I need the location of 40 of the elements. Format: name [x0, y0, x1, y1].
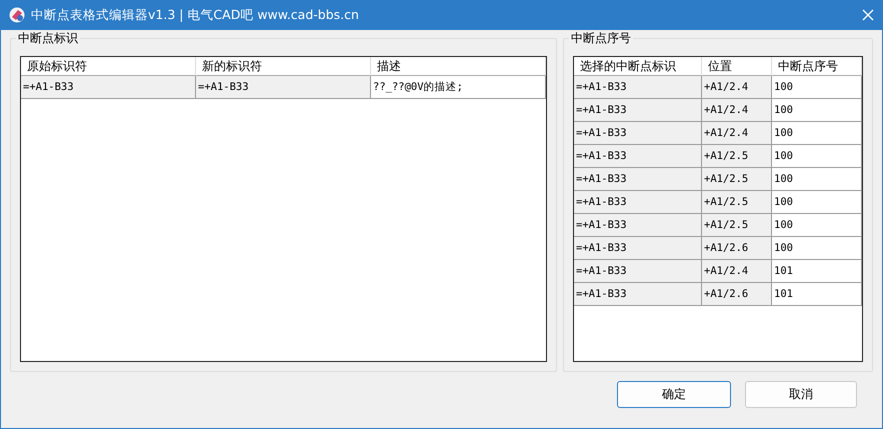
table-cell: 100: [772, 99, 862, 122]
table-cell: 100: [772, 145, 862, 168]
dialog-button[interactable]: 取消: [745, 381, 857, 408]
table-cell: +A1/2.4: [702, 99, 772, 122]
table-cell: =+A1-B33: [574, 214, 702, 237]
dialog-button[interactable]: 确定: [617, 381, 731, 408]
table-cell: 100: [772, 76, 862, 99]
close-icon[interactable]: [862, 9, 874, 21]
table-cell: 100: [772, 122, 862, 145]
table-cell: +A1/2.4: [702, 260, 772, 283]
table-cell: +A1/2.5: [702, 168, 772, 191]
table-cell: +A1/2.5: [702, 214, 772, 237]
table-cell: 100: [772, 168, 862, 191]
table-cell: 100: [772, 191, 862, 214]
table-cell: =+A1-B33: [196, 76, 371, 99]
table-cell: 101: [772, 260, 862, 283]
table-cell: =+A1-B33: [574, 260, 702, 283]
table-cell: =+A1-B33: [574, 122, 702, 145]
table-cell: =+A1-B33: [574, 168, 702, 191]
group-title: 中断点标识: [16, 30, 80, 47]
table-cell: 100: [772, 214, 862, 237]
table-cell: +A1/2.6: [702, 237, 772, 260]
table-cell: 101: [772, 283, 862, 306]
table-cell: =+A1-B33: [574, 145, 702, 168]
table-cell: =+A1-B33: [574, 76, 702, 99]
group-title: 中断点序号: [569, 30, 633, 47]
table-cell: =+A1-B33: [21, 76, 196, 99]
app-logo-icon: [9, 7, 25, 23]
table-cell: =+A1-B33: [574, 191, 702, 214]
table-cell: +A1/2.4: [702, 122, 772, 145]
table-cell: +A1/2.5: [702, 145, 772, 168]
table-cell: +A1/2.5: [702, 191, 772, 214]
table-cell: ??_??@0V的描述;: [371, 76, 546, 99]
table-cell: 100: [772, 237, 862, 260]
table-cell: =+A1-B33: [574, 99, 702, 122]
table-cell: =+A1-B33: [574, 283, 702, 306]
table-cell: +A1/2.4: [702, 76, 772, 99]
window-title: 中断点表格式编辑器v1.3 | 电气CAD吧 www.cad-bbs.cn: [31, 6, 359, 24]
table-cell: =+A1-B33: [574, 237, 702, 260]
table-cell: +A1/2.6: [702, 283, 772, 306]
